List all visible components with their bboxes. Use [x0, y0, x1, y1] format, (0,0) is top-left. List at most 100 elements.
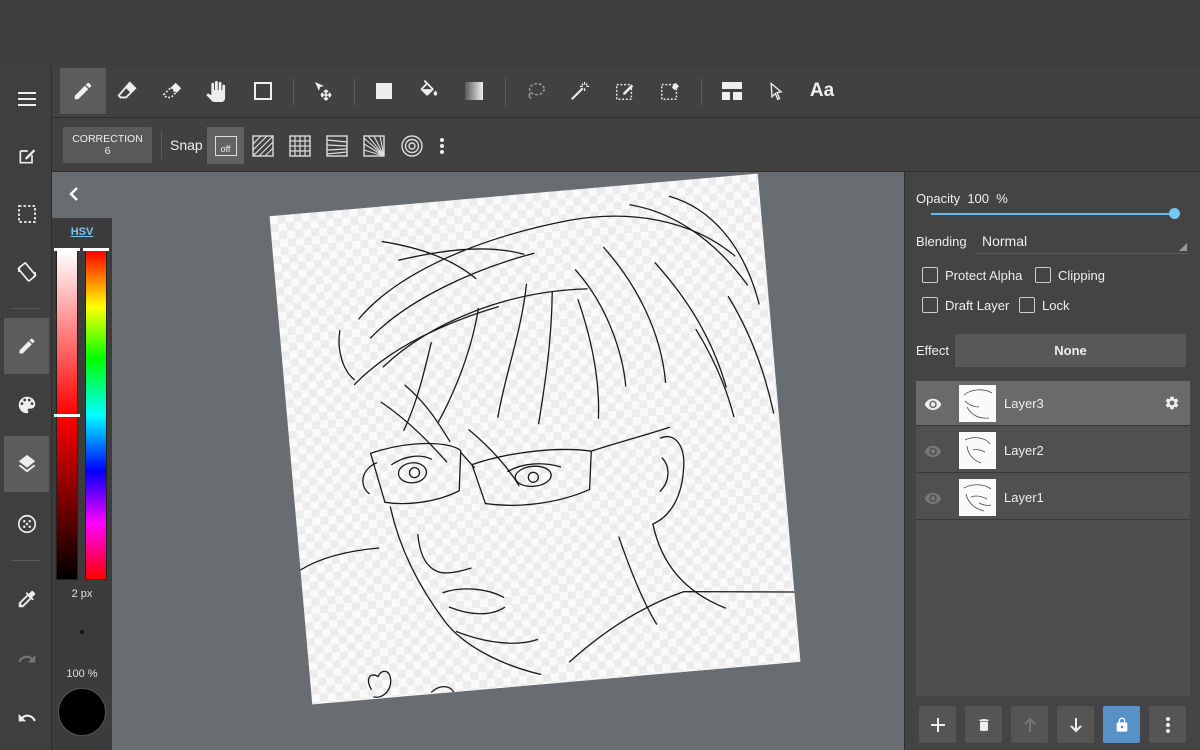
select-pen-tool-button[interactable] — [602, 68, 648, 114]
snap-circle-button[interactable] — [393, 127, 430, 164]
trash-icon — [978, 718, 989, 731]
more-vertical-icon — [1165, 716, 1170, 733]
protect-alpha-checkbox[interactable]: Protect Alpha — [922, 267, 1022, 283]
selection-eraser-tool-button[interactable] — [149, 68, 195, 114]
eraser-tool-button[interactable] — [104, 68, 150, 114]
text-tool-button[interactable]: Aa — [799, 68, 845, 114]
more-vertical-icon — [440, 137, 444, 154]
blending-label: Blending — [916, 234, 967, 249]
hue-slider-handle[interactable] — [83, 248, 109, 251]
lock-icon — [1116, 717, 1127, 732]
clipping-checkbox[interactable]: Clipping — [1035, 267, 1105, 283]
pencil-icon — [74, 82, 92, 100]
layer-row[interactable]: Layer2 — [916, 428, 1190, 473]
select-eraser-icon — [661, 82, 680, 100]
dropdown-caret-icon — [1179, 243, 1187, 251]
checkbox-unchecked-icon — [1035, 267, 1051, 283]
paint-bucket-icon — [420, 80, 438, 96]
opacity-slider[interactable] — [931, 213, 1174, 215]
main-toolbar: Aa — [0, 66, 1200, 118]
brush-icon — [19, 338, 35, 354]
rotate-canvas-button[interactable] — [4, 244, 49, 300]
layer-thumbnail — [959, 385, 996, 422]
magic-wand-tool-button[interactable] — [557, 68, 603, 114]
drawing-canvas[interactable] — [269, 173, 801, 705]
menu-button[interactable] — [4, 71, 49, 127]
opacity-value: 100 — [967, 191, 990, 206]
lasso-tool-button[interactable] — [513, 68, 559, 114]
eraser-icon — [117, 81, 137, 99]
snap-parallel-button[interactable] — [244, 127, 281, 164]
gradient-tool-button[interactable] — [451, 68, 497, 114]
visibility-eye-icon[interactable] — [922, 393, 944, 415]
grid-snap-icon — [288, 134, 311, 157]
correction-value: 6 — [104, 145, 111, 157]
hsv-tab[interactable]: HSV — [52, 226, 112, 238]
saturation-slider-handle[interactable] — [54, 414, 80, 417]
visibility-eye-icon[interactable] — [922, 487, 944, 509]
snap-more-button[interactable] — [432, 127, 452, 164]
shape-tool-button[interactable] — [240, 68, 286, 114]
snap-radial-button[interactable] — [355, 127, 392, 164]
move-tool-button[interactable] — [301, 68, 347, 114]
effect-button[interactable]: None — [955, 334, 1186, 367]
add-layer-button[interactable] — [919, 706, 956, 743]
blending-mode-value: Normal — [982, 233, 1028, 249]
hand-tool-button[interactable] — [192, 68, 238, 114]
correction-label: CORRECTION — [72, 133, 143, 145]
undo-icon — [18, 713, 36, 722]
toolbar-divider — [293, 78, 294, 106]
layer-row[interactable]: Layer3 — [916, 381, 1190, 426]
layer-more-button[interactable] — [1149, 706, 1186, 743]
snap-perspective-button[interactable] — [318, 127, 355, 164]
snap-grid-button[interactable] — [281, 127, 318, 164]
snap-label: Snap — [170, 137, 203, 153]
layer-row[interactable]: Layer1 — [916, 475, 1190, 520]
undo-button[interactable] — [4, 690, 49, 746]
redo-icon — [17, 654, 35, 663]
sidebar-divider — [12, 308, 40, 309]
material-button[interactable] — [4, 496, 49, 552]
draft-layer-checkbox[interactable]: Draft Layer — [922, 297, 1009, 313]
arrow-up-icon — [1023, 717, 1036, 732]
snap-off-label: off — [220, 143, 231, 154]
text-tool-label: Aa — [809, 80, 835, 101]
color-panel-button[interactable] — [4, 377, 49, 433]
current-color-swatch[interactable] — [58, 688, 106, 736]
opacity-slider-thumb[interactable] — [1169, 208, 1180, 219]
canvas-area[interactable]: HSV 2 px 100 % — [52, 172, 904, 750]
selection-button[interactable] — [4, 186, 49, 242]
pen-tool-button[interactable] — [60, 68, 106, 114]
edit-canvas-button[interactable] — [4, 128, 49, 184]
delete-layer-button[interactable] — [965, 706, 1002, 743]
layer-name: Layer3 — [1004, 396, 1044, 411]
hand-icon — [206, 80, 226, 102]
layer-name: Layer2 — [1004, 443, 1044, 458]
layers-panel-button[interactable] — [4, 436, 49, 492]
checkbox-unchecked-icon — [1019, 297, 1035, 313]
frame-divider-tool-button[interactable] — [709, 68, 755, 114]
blending-mode-dropdown[interactable]: Normal — [975, 228, 1189, 254]
move-layer-up-button[interactable] — [1011, 706, 1048, 743]
brush-opacity-readout: 100 % — [66, 668, 98, 680]
move-layer-down-button[interactable] — [1057, 706, 1094, 743]
correction-button[interactable]: CORRECTION 6 — [63, 127, 152, 163]
snap-off-button[interactable]: off — [207, 127, 244, 164]
lock-checkbox[interactable]: Lock — [1019, 297, 1069, 313]
fill-rect-tool-button[interactable] — [361, 68, 407, 114]
rotate-canvas-icon — [17, 262, 36, 282]
operation-tool-button[interactable] — [754, 68, 800, 114]
layer-settings-gear-icon[interactable] — [1162, 393, 1182, 413]
plus-icon — [930, 717, 945, 732]
hue-slider[interactable] — [85, 250, 107, 580]
redo-button[interactable] — [4, 631, 49, 687]
brush-panel-button[interactable] — [4, 318, 49, 374]
lock-layer-button[interactable] — [1103, 706, 1140, 743]
select-eraser-tool-button[interactable] — [647, 68, 693, 114]
bucket-tool-button[interactable] — [406, 68, 452, 114]
toolbar-divider — [354, 78, 355, 106]
collapse-color-panel-button[interactable] — [64, 184, 84, 204]
visibility-eye-icon[interactable] — [922, 440, 944, 462]
eyedropper-button[interactable] — [4, 571, 49, 627]
brush-size-preview — [80, 630, 84, 634]
